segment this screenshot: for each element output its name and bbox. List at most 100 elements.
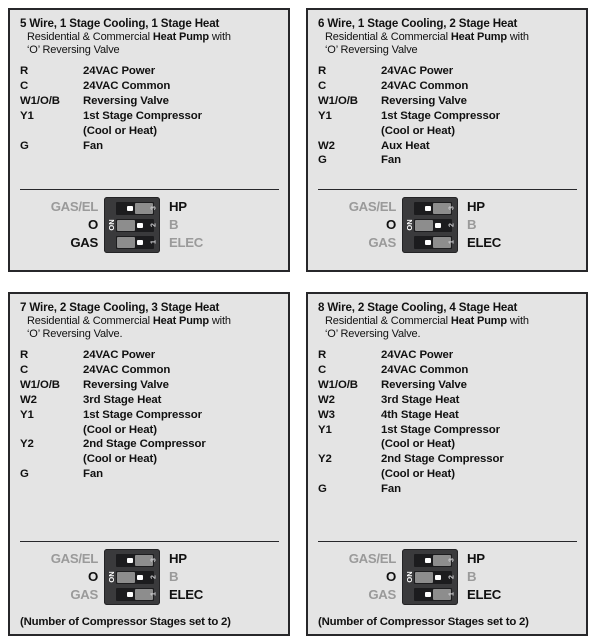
- terminal-key: R: [20, 349, 29, 362]
- panel-cell: 8 Wire, 2 Stage Cooling, 4 Stage Heat Res…: [298, 280, 596, 644]
- dip-switch-number: 1: [150, 240, 158, 244]
- dip-switch-section: GAS/EL O GAS ON 3 2 1 HP B ELEC: [320, 549, 577, 605]
- dip-right-labels: HP B ELEC: [160, 198, 203, 251]
- dip-switch-knob[interactable]: [415, 219, 441, 231]
- terminal-value: 1st Stage Compressor: [83, 408, 202, 421]
- terminal-value: 24VAC Common: [83, 80, 171, 93]
- subtitle-text-emphasis: Heat Pump: [152, 30, 209, 43]
- dip-switch[interactable]: ON 3 2 1: [402, 197, 458, 253]
- panel-cell: 7 Wire, 2 Stage Cooling, 3 Stage Heat Res…: [0, 280, 298, 644]
- dip-left-label: GAS/EL: [348, 199, 397, 215]
- panel-5-wire: 5 Wire, 1 Stage Cooling, 1 Stage Heat Res…: [8, 8, 290, 272]
- dip-switch-row[interactable]: 1: [406, 587, 456, 601]
- terminal-list: R 24VAC Power C 24VAC Common W1/O/B Reversing…: [20, 348, 279, 481]
- panel-title: 5 Wire, 1 Stage Cooling, 1 Stage Heat: [20, 17, 220, 30]
- dip-right-label: HP: [169, 551, 187, 567]
- panel-title: 6 Wire, 1 Stage Cooling, 2 Stage Heat: [318, 17, 518, 30]
- dip-switch-row[interactable]: 2: [108, 570, 158, 584]
- terminal-value: Fan: [381, 154, 401, 167]
- dip-switch-knob[interactable]: [117, 219, 143, 231]
- terminal-key: Y2: [20, 438, 34, 451]
- subtitle-text-post: with: [506, 30, 529, 43]
- dip-switch-knob[interactable]: [415, 571, 441, 583]
- layout-spacer: [20, 482, 279, 536]
- dip-switch-row[interactable]: 3: [108, 201, 158, 215]
- dip-switch-row[interactable]: 2: [108, 218, 158, 232]
- subtitle-text-post: with: [208, 314, 231, 327]
- dip-right-label: B: [169, 569, 179, 585]
- terminal-key: Y1: [20, 408, 34, 421]
- dip-switch-track[interactable]: [414, 235, 452, 249]
- dip-switch-number: 1: [448, 240, 456, 244]
- panel-subtitle: Residential & Commercial Heat Pump with ‘…: [20, 315, 279, 341]
- dip-left-label: O: [88, 217, 98, 233]
- dip-switch-number: 3: [150, 558, 158, 562]
- dip-right-label: HP: [169, 199, 187, 215]
- terminal-key: W1/O/B: [20, 95, 60, 108]
- terminal-value: Reversing Valve: [83, 379, 169, 392]
- dip-switch-row[interactable]: 2: [406, 218, 456, 232]
- dip-switch-number: 3: [150, 206, 158, 210]
- dip-left-labels: GAS/EL O GAS: [320, 198, 402, 251]
- terminal-value: 24VAC Common: [83, 364, 171, 377]
- terminal-key: W3: [318, 408, 335, 421]
- dip-switch-knob[interactable]: [117, 236, 143, 248]
- terminal-value: Reversing Valve: [381, 379, 467, 392]
- dip-switch-track[interactable]: [414, 570, 452, 584]
- dip-switch-track[interactable]: [414, 218, 452, 232]
- dip-switch-track[interactable]: [414, 587, 452, 601]
- dip-switch-number: 2: [150, 223, 158, 227]
- dip-switch-row[interactable]: 3: [406, 201, 456, 215]
- panel-title: 7 Wire, 2 Stage Cooling, 3 Stage Heat: [20, 301, 220, 314]
- dip-left-label: GAS/EL: [50, 551, 99, 567]
- terminal-key: C: [20, 364, 29, 377]
- dip-switch-track[interactable]: [414, 553, 452, 567]
- terminal-value-continuation: (Cool or Heat): [381, 124, 455, 137]
- terminal-key: W1/O/B: [20, 379, 60, 392]
- dip-left-labels: GAS/EL O GAS: [22, 550, 104, 603]
- dip-switch-row[interactable]: 1: [108, 235, 158, 249]
- dip-switch-knob[interactable]: [117, 571, 143, 583]
- terminal-key: W2: [318, 139, 335, 152]
- panel-subtitle: Residential & Commercial Heat Pump with ‘…: [318, 315, 577, 341]
- dip-switch-row[interactable]: 1: [406, 235, 456, 249]
- dip-switch-row[interactable]: 1: [108, 587, 158, 601]
- terminal-value-continuation: (Cool or Heat): [83, 453, 157, 466]
- terminal-value: Fan: [381, 482, 401, 495]
- terminal-value: 3rd Stage Heat: [381, 393, 460, 406]
- dip-switch-track[interactable]: [414, 201, 452, 215]
- dip-switch[interactable]: ON 3 2 1: [104, 549, 160, 605]
- terminal-key: Y1: [318, 423, 332, 436]
- terminal-value: 1st Stage Compressor: [83, 109, 202, 122]
- dip-switch-row[interactable]: 2: [406, 570, 456, 584]
- terminal-key: C: [318, 364, 327, 377]
- subtitle-text-post: with: [506, 314, 529, 327]
- subtitle-reversing-valve: ‘O’ Reversing Valve.: [27, 327, 123, 340]
- dip-switch-row[interactable]: 3: [406, 553, 456, 567]
- terminal-value: 4th Stage Heat: [381, 408, 459, 421]
- terminal-value: 2nd Stage Compressor: [381, 453, 504, 466]
- dip-switch-track[interactable]: [116, 587, 154, 601]
- terminal-key: R: [318, 65, 327, 78]
- dip-switch-track[interactable]: [116, 218, 154, 232]
- terminal-key: Y1: [20, 109, 34, 122]
- dip-left-labels: GAS/EL O GAS: [22, 198, 104, 251]
- dip-switch-track[interactable]: [116, 553, 154, 567]
- dip-switch-track[interactable]: [116, 570, 154, 584]
- panel-7-wire: 7 Wire, 2 Stage Cooling, 3 Stage Heat Res…: [8, 292, 290, 636]
- compressor-stage-note: (Number of Compressor Stages set to 2): [20, 616, 231, 628]
- dip-switch-row[interactable]: 3: [108, 553, 158, 567]
- dip-switch-number: 2: [150, 575, 158, 579]
- terminal-value-continuation: (Cool or Heat): [381, 468, 455, 481]
- dip-switch[interactable]: ON 3 2 1: [104, 197, 160, 253]
- subtitle-reversing-valve: ‘O’ Reversing Valve.: [325, 327, 421, 340]
- wiring-reference-sheet: 5 Wire, 1 Stage Cooling, 1 Stage Heat Res…: [0, 0, 596, 644]
- dip-switch[interactable]: ON 3 2 1: [402, 549, 458, 605]
- dip-switch-track[interactable]: [116, 201, 154, 215]
- terminal-value: 24VAC Common: [381, 364, 469, 377]
- panel-8-wire: 8 Wire, 2 Stage Cooling, 4 Stage Heat Res…: [306, 292, 588, 636]
- dip-switch-number: 1: [448, 592, 456, 596]
- dip-switch-track[interactable]: [116, 235, 154, 249]
- subtitle-text-emphasis: Heat Pump: [450, 30, 507, 43]
- subtitle-text-emphasis: Heat Pump: [450, 314, 507, 327]
